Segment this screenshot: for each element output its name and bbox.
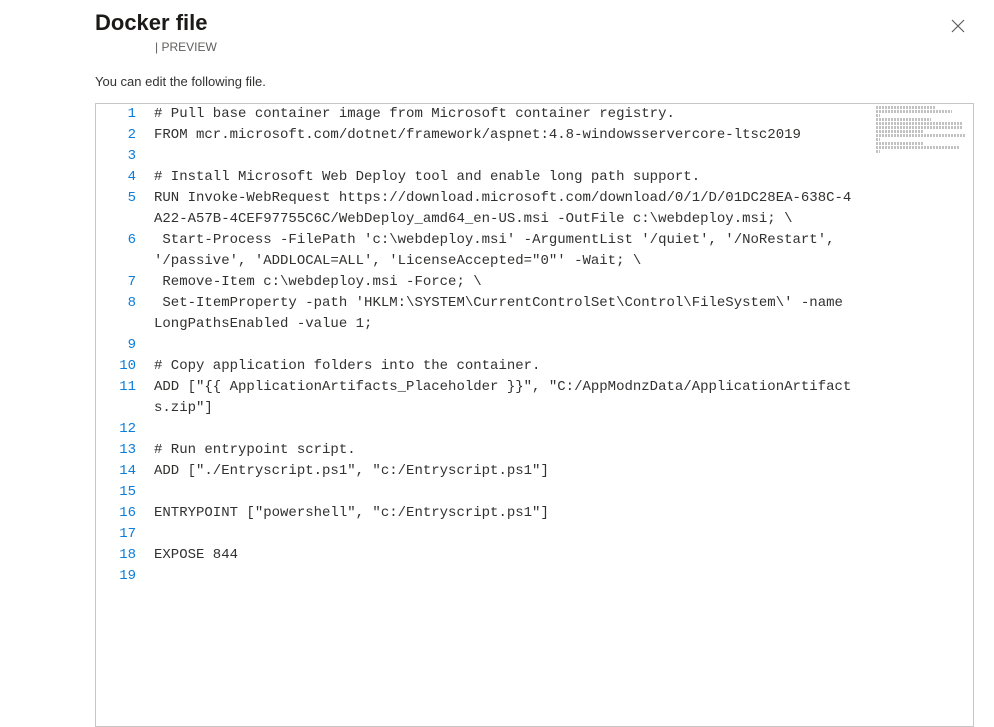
code-line[interactable]: 8 Set-ItemProperty -path 'HKLM:\SYSTEM\C…: [96, 293, 973, 335]
line-number: 1: [96, 104, 154, 125]
line-content[interactable]: ENTRYPOINT ["powershell", "c:/Entryscrip…: [154, 503, 973, 524]
line-number: 12: [96, 419, 154, 440]
code-line[interactable]: 15: [96, 482, 973, 503]
code-line[interactable]: 10# Copy application folders into the co…: [96, 356, 973, 377]
close-button[interactable]: [942, 10, 974, 42]
line-content[interactable]: [154, 335, 973, 356]
line-number: 16: [96, 503, 154, 524]
line-number: 10: [96, 356, 154, 377]
line-content[interactable]: FROM mcr.microsoft.com/dotnet/framework/…: [154, 125, 973, 146]
line-number: 4: [96, 167, 154, 188]
line-number: 2: [96, 125, 154, 146]
code-line[interactable]: 17: [96, 524, 973, 545]
code-line[interactable]: 12: [96, 419, 973, 440]
code-line[interactable]: 3: [96, 146, 973, 167]
line-number: 14: [96, 461, 154, 482]
code-line[interactable]: 7 Remove-Item c:\webdeploy.msi -Force; \: [96, 272, 973, 293]
line-content[interactable]: [154, 146, 973, 167]
line-content[interactable]: [154, 419, 973, 440]
line-content[interactable]: # Copy application folders into the cont…: [154, 356, 973, 377]
code-editor[interactable]: 1# Pull base container image from Micros…: [95, 103, 974, 727]
line-number: 18: [96, 545, 154, 566]
line-number: 6: [96, 230, 154, 272]
line-number: 13: [96, 440, 154, 461]
code-line[interactable]: 18EXPOSE 844: [96, 545, 973, 566]
line-number: 9: [96, 335, 154, 356]
code-line[interactable]: 4# Install Microsoft Web Deploy tool and…: [96, 167, 973, 188]
line-number: 17: [96, 524, 154, 545]
preview-badge: | PREVIEW: [95, 40, 217, 54]
code-line[interactable]: 11ADD ["{{ ApplicationArtifacts_Placehol…: [96, 377, 973, 419]
code-line[interactable]: 19: [96, 566, 973, 587]
title-block: Docker file | PREVIEW: [95, 10, 217, 54]
code-line[interactable]: 16ENTRYPOINT ["powershell", "c:/Entryscr…: [96, 503, 973, 524]
line-content[interactable]: # Install Microsoft Web Deploy tool and …: [154, 167, 973, 188]
code-line[interactable]: 2FROM mcr.microsoft.com/dotnet/framework…: [96, 125, 973, 146]
line-content[interactable]: # Run entrypoint script.: [154, 440, 973, 461]
instruction-text: You can edit the following file.: [95, 74, 974, 89]
line-number: 15: [96, 482, 154, 503]
line-content[interactable]: [154, 566, 973, 587]
line-content[interactable]: Remove-Item c:\webdeploy.msi -Force; \: [154, 272, 973, 293]
editor-scroll[interactable]: 1# Pull base container image from Micros…: [96, 104, 973, 726]
line-number: 3: [96, 146, 154, 167]
line-content[interactable]: EXPOSE 844: [154, 545, 973, 566]
code-line[interactable]: 6 Start-Process -FilePath 'c:\webdeploy.…: [96, 230, 973, 272]
line-content[interactable]: Start-Process -FilePath 'c:\webdeploy.ms…: [154, 230, 973, 272]
code-line[interactable]: 1# Pull base container image from Micros…: [96, 104, 973, 125]
line-number: 19: [96, 566, 154, 587]
line-number: 8: [96, 293, 154, 335]
line-content[interactable]: # Pull base container image from Microso…: [154, 104, 973, 125]
preview-label: PREVIEW: [161, 40, 216, 54]
line-content[interactable]: [154, 524, 973, 545]
code-line[interactable]: 5RUN Invoke-WebRequest https://download.…: [96, 188, 973, 230]
line-number: 7: [96, 272, 154, 293]
line-content[interactable]: Set-ItemProperty -path 'HKLM:\SYSTEM\Cur…: [154, 293, 973, 335]
line-number: 11: [96, 377, 154, 419]
panel-title: Docker file: [95, 10, 217, 36]
close-icon: [951, 19, 965, 33]
panel-header: Docker file | PREVIEW: [95, 10, 974, 54]
line-content[interactable]: ADD ["{{ ApplicationArtifacts_Placeholde…: [154, 377, 973, 419]
code-line[interactable]: 13# Run entrypoint script.: [96, 440, 973, 461]
code-line[interactable]: 14ADD ["./Entryscript.ps1", "c:/Entryscr…: [96, 461, 973, 482]
dockerfile-panel: Docker file | PREVIEW You can edit the f…: [0, 0, 994, 727]
line-number: 5: [96, 188, 154, 230]
line-content[interactable]: RUN Invoke-WebRequest https://download.m…: [154, 188, 973, 230]
code-line[interactable]: 9: [96, 335, 973, 356]
line-content[interactable]: [154, 482, 973, 503]
line-content[interactable]: ADD ["./Entryscript.ps1", "c:/Entryscrip…: [154, 461, 973, 482]
code-table: 1# Pull base container image from Micros…: [96, 104, 973, 587]
